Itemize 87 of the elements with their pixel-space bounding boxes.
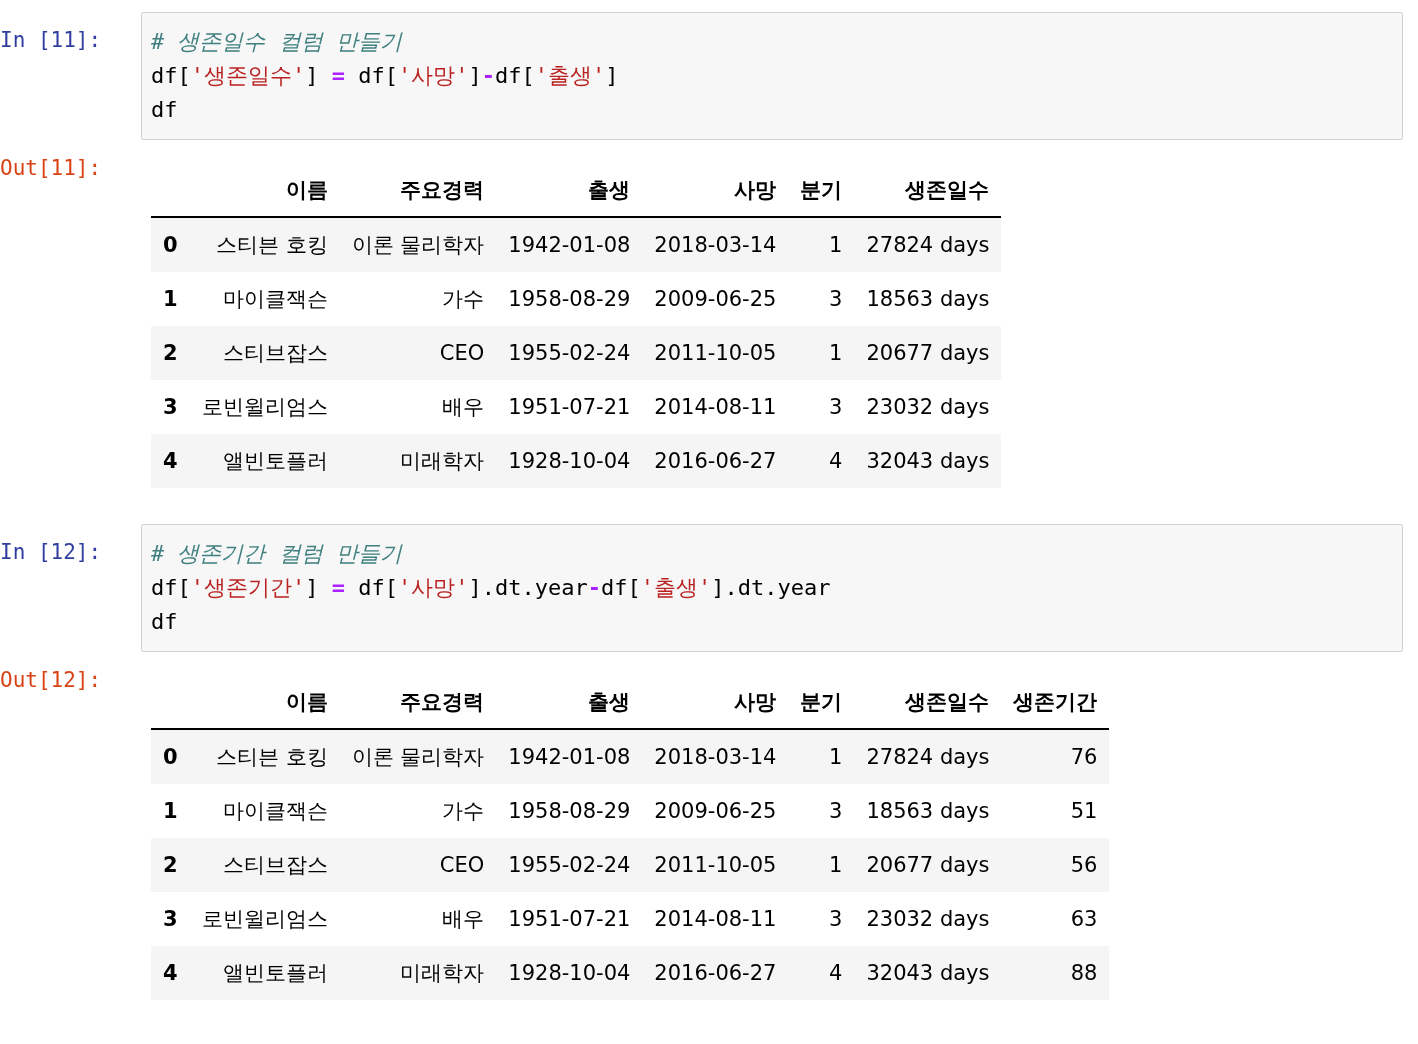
row-index: 1 xyxy=(151,272,190,326)
table-cell: 앨빈토플러 xyxy=(189,434,340,488)
input-prompt: In [11]: xyxy=(0,27,102,52)
table-cell: 18563 days xyxy=(854,784,1002,838)
input-prompt: In [12]: xyxy=(0,539,102,564)
table-cell: 27824 days xyxy=(854,217,1002,272)
output-prompt: Out[12]: xyxy=(0,668,102,692)
table-cell: 2009-06-25 xyxy=(642,784,789,838)
table-cell: 앨빈토플러 xyxy=(189,946,340,1000)
table-cell: 1928-10-04 xyxy=(496,434,643,488)
table-cell: 1955-02-24 xyxy=(496,838,643,892)
row-index: 1 xyxy=(151,784,190,838)
row-index: 3 xyxy=(151,892,190,946)
table-cell: 마이클잭슨 xyxy=(189,784,340,838)
table-cell: 3 xyxy=(788,784,855,838)
row-index: 2 xyxy=(151,838,190,892)
code-cell[interactable]: # 생존일수 컬럼 만들기 df['생존일수'] = df['사망']-df['출생'] df xyxy=(141,12,1403,140)
table-cell: 2018-03-14 xyxy=(642,217,789,272)
table-cell: 2018-03-14 xyxy=(642,729,789,784)
table-cell: 1958-08-29 xyxy=(496,784,643,838)
table-cell: 1955-02-24 xyxy=(496,326,643,380)
code-line: # 생존기간 컬럼 만들기 xyxy=(151,540,402,568)
table-cell: 가수 xyxy=(339,784,497,838)
row-index: 0 xyxy=(151,217,190,272)
table-cell: 마이클잭슨 xyxy=(189,272,340,326)
table-cell: 로빈윌리엄스 xyxy=(189,380,340,434)
table-cell: 20677 days xyxy=(854,326,1002,380)
table-cell: 배우 xyxy=(339,380,497,434)
row-index: 2 xyxy=(151,326,190,380)
code-line: # 생존일수 컬럼 만들기 xyxy=(151,28,402,56)
code-line: df xyxy=(151,608,178,636)
table-cell: 2011-10-05 xyxy=(642,326,789,380)
table-cell: 2011-10-05 xyxy=(642,838,789,892)
table-cell: 4 xyxy=(788,434,855,488)
table-cell: 1951-07-21 xyxy=(496,892,643,946)
table-cell: 2014-08-11 xyxy=(642,380,789,434)
table-cell: 3 xyxy=(788,380,855,434)
table-cell: 1958-08-29 xyxy=(496,272,643,326)
table-cell: 배우 xyxy=(339,892,497,946)
table-cell: 18563 days xyxy=(854,272,1002,326)
row-index: 4 xyxy=(151,946,190,1000)
table-cell: 1942-01-08 xyxy=(496,729,643,784)
table-cell: 스티븐 호킹 xyxy=(189,729,340,784)
table-cell: 3 xyxy=(788,272,855,326)
code-line: df['생존일수'] = df['사망']-df['출생'] xyxy=(151,62,619,90)
table-cell: 가수 xyxy=(339,272,497,326)
table-cell: 32043 days xyxy=(854,946,1002,1000)
row-index: 3 xyxy=(151,380,190,434)
table-cell: 1951-07-21 xyxy=(496,380,643,434)
table-cell: 27824 days xyxy=(854,729,1002,784)
table-cell: 미래학자 xyxy=(339,434,497,488)
table-cell: 88 xyxy=(1001,946,1110,1000)
table-cell: 1942-01-08 xyxy=(496,217,643,272)
table-cell: 4 xyxy=(788,946,855,1000)
row-index: 0 xyxy=(151,729,190,784)
table-cell: CEO xyxy=(339,326,497,380)
code-line: df['생존기간'] = df['사망'].dt.year-df['출생'].dt.year xyxy=(151,574,831,602)
table-cell: 3 xyxy=(788,892,855,946)
table-cell: 2016-06-27 xyxy=(642,946,789,1000)
table-cell: 이론 물리학자 xyxy=(339,729,497,784)
table-cell: 스티븐 호킹 xyxy=(189,217,340,272)
table-cell: 1 xyxy=(788,217,855,272)
table-cell: 51 xyxy=(1001,784,1110,838)
table-cell: 32043 days xyxy=(854,434,1002,488)
table-cell: 스티브잡스 xyxy=(189,838,340,892)
code-line: df xyxy=(151,96,178,124)
table-cell: 63 xyxy=(1001,892,1110,946)
table-cell: 76 xyxy=(1001,729,1110,784)
table-cell: 1928-10-04 xyxy=(496,946,643,1000)
table-cell: 스티브잡스 xyxy=(189,326,340,380)
table-cell: 로빈윌리엄스 xyxy=(189,892,340,946)
output-prompt: Out[11]: xyxy=(0,156,102,180)
table-cell: 23032 days xyxy=(854,892,1002,946)
table-cell: 2014-08-11 xyxy=(642,892,789,946)
table-cell: 56 xyxy=(1001,838,1110,892)
table-cell: 23032 days xyxy=(854,380,1002,434)
table-cell: 20677 days xyxy=(854,838,1002,892)
table-cell: CEO xyxy=(339,838,497,892)
table-cell: 1 xyxy=(788,326,855,380)
table-cell: 미래학자 xyxy=(339,946,497,1000)
table-cell: 2016-06-27 xyxy=(642,434,789,488)
table-cell: 이론 물리학자 xyxy=(339,217,497,272)
row-index: 4 xyxy=(151,434,190,488)
table-cell: 2009-06-25 xyxy=(642,272,789,326)
table-cell: 1 xyxy=(788,729,855,784)
code-cell[interactable]: # 생존기간 컬럼 만들기 df['생존기간'] = df['사망'].dt.year-df['출생'].dt.year df xyxy=(141,524,1403,652)
table-cell: 1 xyxy=(788,838,855,892)
